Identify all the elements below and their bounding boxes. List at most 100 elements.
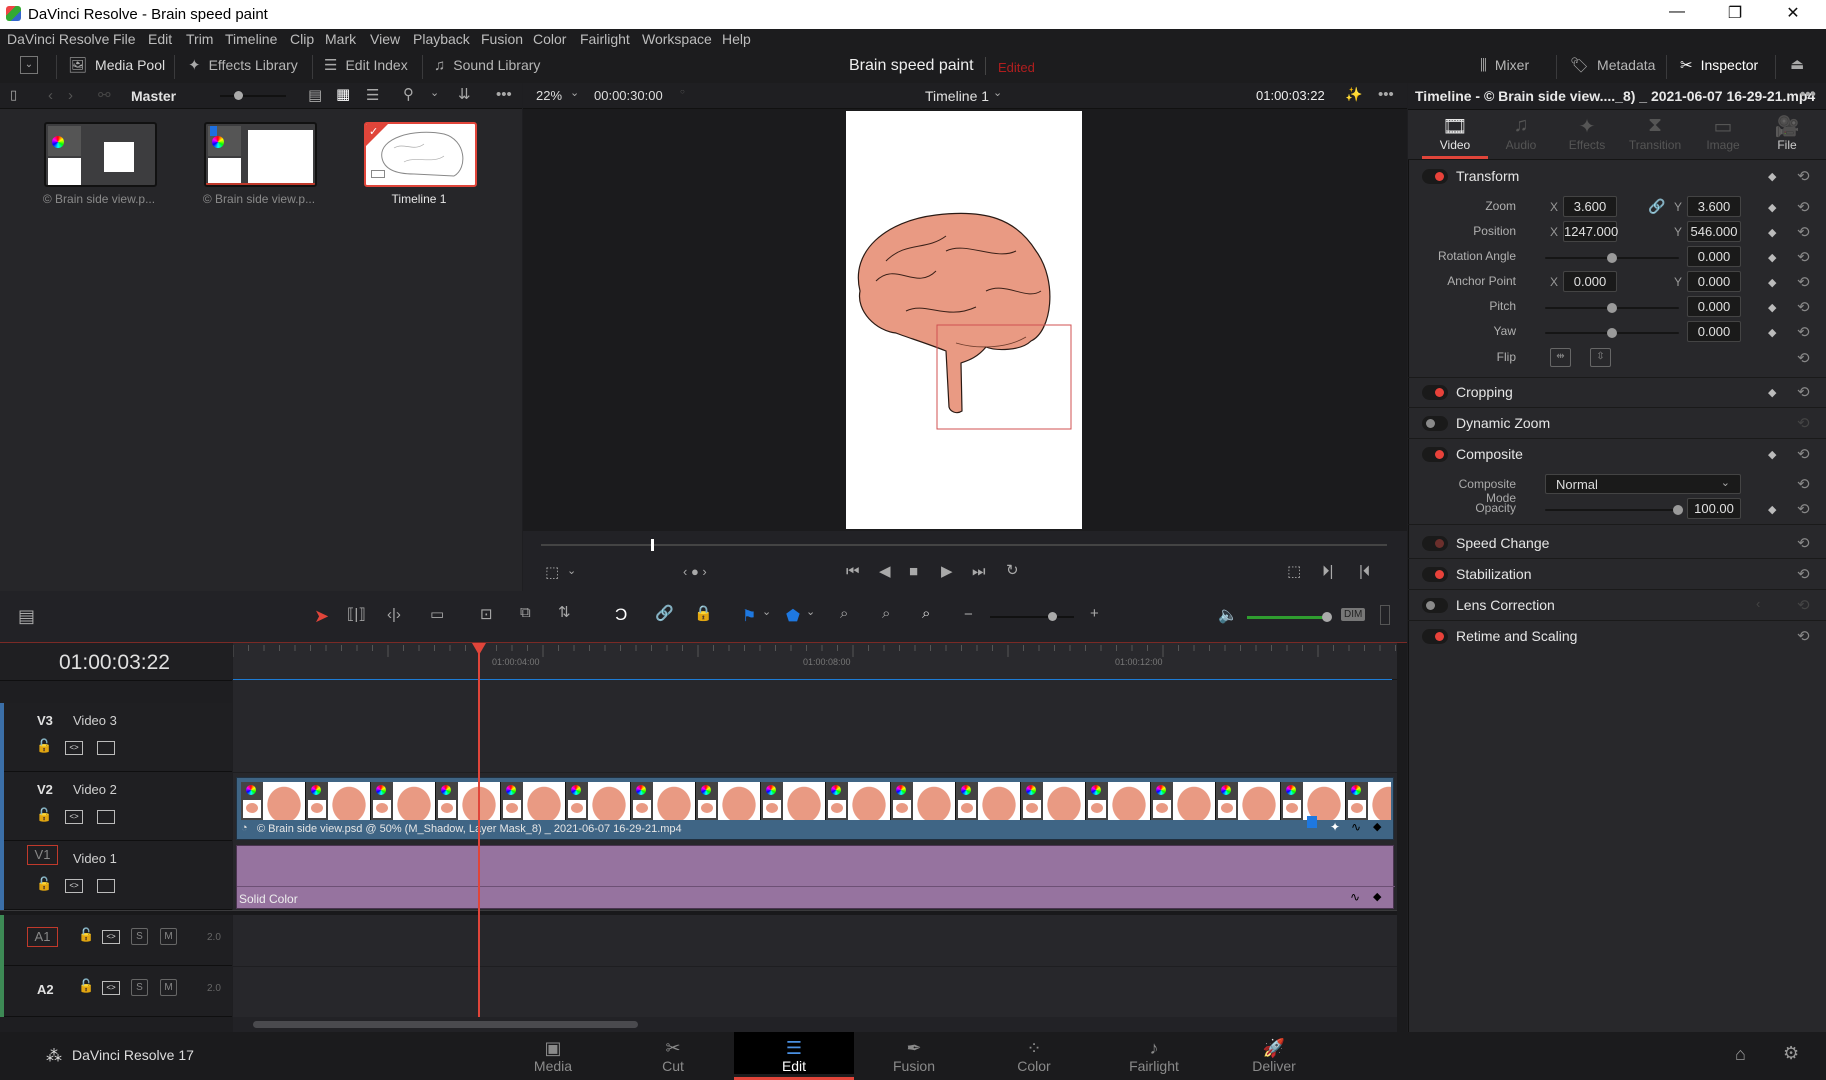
- keyframe-toggle-icon[interactable]: ◆: [1373, 820, 1381, 833]
- unlink-icon[interactable]: ⚯: [98, 88, 111, 103]
- reset-icon[interactable]: ⟲: [1797, 534, 1810, 552]
- lock-icon[interactable]: 🔓: [36, 808, 52, 821]
- marker-icon[interactable]: ⬟: [786, 606, 800, 626]
- jog-control-icon[interactable]: ‹ ● ›: [683, 565, 707, 578]
- mute-button[interactable]: M: [160, 928, 177, 945]
- anchor-y-field[interactable]: 0.000: [1687, 271, 1741, 292]
- more-options-icon[interactable]: •••: [1378, 87, 1394, 102]
- menu-fusion[interactable]: Fusion: [481, 31, 523, 47]
- menu-edit[interactable]: Edit: [148, 31, 172, 47]
- timeline-selector[interactable]: Timeline 1: [925, 88, 989, 104]
- reset-icon[interactable]: ⟲: [1797, 198, 1810, 216]
- position-y-field[interactable]: 546.000: [1687, 221, 1741, 242]
- chevron-left-icon[interactable]: ‹: [1756, 596, 1760, 611]
- timeline-zoom-slider[interactable]: [990, 612, 1074, 621]
- clip-thumbnail[interactable]: [44, 122, 157, 187]
- page-deliver[interactable]: 🚀 Deliver: [1214, 1038, 1334, 1074]
- trim-tool-icon[interactable]: ⟦|⟧: [347, 607, 366, 622]
- keyframe-icon[interactable]: ◆: [1768, 251, 1776, 264]
- sort-icon[interactable]: ⇊: [458, 87, 471, 102]
- playhead-handle[interactable]: [472, 643, 486, 655]
- menu-help[interactable]: Help: [722, 31, 751, 47]
- keyframe-icon[interactable]: ◆: [1768, 201, 1776, 214]
- menu-trim[interactable]: Trim: [186, 31, 213, 47]
- menu-file[interactable]: File: [113, 31, 136, 47]
- auto-select-icon[interactable]: <>: [65, 741, 83, 755]
- chevron-down-icon[interactable]: ⌄: [570, 88, 579, 99]
- reset-icon[interactable]: ⟲: [1797, 596, 1810, 614]
- flip-vertical-button[interactable]: ⇳: [1590, 348, 1611, 367]
- track-id-destination[interactable]: V1: [27, 845, 58, 865]
- menu-fairlight[interactable]: Fairlight: [580, 31, 630, 47]
- lens-correction-section[interactable]: Lens Correction ‹ ⟲: [1408, 590, 1826, 621]
- reset-icon[interactable]: ⟲: [1797, 500, 1810, 518]
- reset-icon[interactable]: ⟲: [1797, 445, 1810, 463]
- play-reverse-icon[interactable]: ◀: [879, 564, 891, 579]
- tab-transition[interactable]: ⧗ Transition: [1622, 114, 1688, 152]
- page-fusion[interactable]: ✒ Fusion: [854, 1038, 974, 1074]
- mark-out-icon[interactable]: |⏴: [1359, 564, 1370, 579]
- chevron-down-icon[interactable]: ⌄: [567, 566, 576, 577]
- solid-color-clip-v1[interactable]: Solid Color ∿ ◆: [236, 845, 1395, 909]
- chevron-down-icon[interactable]: ⌄: [993, 88, 1002, 99]
- loop-icon[interactable]: ↻: [1006, 563, 1019, 578]
- menu-color[interactable]: Color: [533, 31, 566, 47]
- link-icon[interactable]: 🔗: [1648, 198, 1665, 215]
- rotation-field[interactable]: 0.000: [1687, 246, 1741, 267]
- transform-section-header[interactable]: Transform ◆ ⟲: [1408, 161, 1826, 192]
- lock-icon[interactable]: 🔓: [78, 928, 94, 941]
- transform-overlay-icon[interactable]: ⬚: [545, 565, 559, 580]
- track-enable-icon[interactable]: [97, 810, 115, 824]
- lock-icon[interactable]: 🔓: [78, 979, 94, 992]
- scrubber-playhead[interactable]: [650, 539, 654, 551]
- lock-icon[interactable]: 🔓: [36, 739, 52, 752]
- keyframe-icon[interactable]: ◆: [1768, 301, 1776, 314]
- selection-tool-icon[interactable]: ➤: [314, 606, 329, 627]
- transform-toggle[interactable]: [1422, 169, 1448, 184]
- tab-effects[interactable]: ✦ Effects: [1554, 114, 1620, 152]
- reset-icon[interactable]: ⟲: [1797, 167, 1810, 185]
- page-fairlight[interactable]: ♪ Fairlight: [1094, 1038, 1214, 1074]
- volume-icon[interactable]: 🔈: [1218, 605, 1238, 625]
- auto-select-icon[interactable]: <>: [102, 981, 120, 995]
- more-options-icon[interactable]: •••: [496, 87, 512, 102]
- keyframe-icon[interactable]: ◆: [1768, 276, 1776, 289]
- linked-selection-icon[interactable]: 🔗: [655, 606, 674, 621]
- overwrite-clip-icon[interactable]: ⧉: [520, 605, 531, 620]
- menu-playback[interactable]: Playback: [413, 31, 470, 47]
- tab-video[interactable]: 🎞 Video: [1422, 114, 1488, 159]
- color-magic-icon[interactable]: ✨: [1345, 86, 1362, 103]
- stabilization-toggle[interactable]: [1422, 567, 1448, 582]
- viewer-canvas[interactable]: [846, 111, 1082, 529]
- tab-image[interactable]: ▭ Image: [1690, 114, 1756, 152]
- menu-workspace[interactable]: Workspace: [642, 31, 712, 47]
- scrubber-bar[interactable]: [541, 539, 1387, 551]
- dynamic-trim-icon[interactable]: ▭: [430, 607, 444, 622]
- stabilization-section[interactable]: Stabilization ⟲: [1408, 559, 1826, 590]
- blade-tool-icon[interactable]: ‹|›: [387, 607, 401, 622]
- timeline-ruler[interactable]: 01:00:04:00 01:00:08:00 01:00:12:00: [233, 643, 1397, 680]
- maximize-button[interactable]: ❐: [1712, 3, 1758, 25]
- reset-icon[interactable]: ⟲: [1797, 223, 1810, 241]
- menu-davinci[interactable]: DaVinci Resolve: [7, 31, 109, 47]
- zoom-out-icon[interactable]: −: [964, 607, 973, 622]
- page-edit[interactable]: ☰ Edit: [734, 1032, 854, 1080]
- edit-index-button[interactable]: ☰ Edit Index: [324, 57, 408, 73]
- workspace-toggle[interactable]: ⌄: [20, 56, 38, 74]
- track-enable-icon[interactable]: [97, 879, 115, 893]
- reset-icon[interactable]: ⟲: [1797, 383, 1810, 401]
- play-icon[interactable]: ▶: [941, 564, 953, 579]
- auto-select-icon[interactable]: <>: [65, 879, 83, 893]
- rotation-slider[interactable]: [1545, 253, 1679, 263]
- match-frame-icon[interactable]: ⬚: [1287, 564, 1301, 579]
- keyframe-icon[interactable]: ◆: [1768, 386, 1776, 399]
- yaw-slider[interactable]: [1545, 328, 1679, 338]
- chevron-down-icon[interactable]: ⌄: [430, 88, 439, 99]
- reset-icon[interactable]: ⟲: [1797, 565, 1810, 583]
- close-button[interactable]: ✕: [1770, 3, 1816, 25]
- reset-icon[interactable]: ⟲: [1797, 323, 1810, 341]
- auto-select-icon[interactable]: <>: [65, 810, 83, 824]
- auto-select-icon[interactable]: <>: [102, 930, 120, 944]
- speed-change-toggle[interactable]: [1422, 536, 1448, 551]
- reset-icon[interactable]: ⟲: [1797, 248, 1810, 266]
